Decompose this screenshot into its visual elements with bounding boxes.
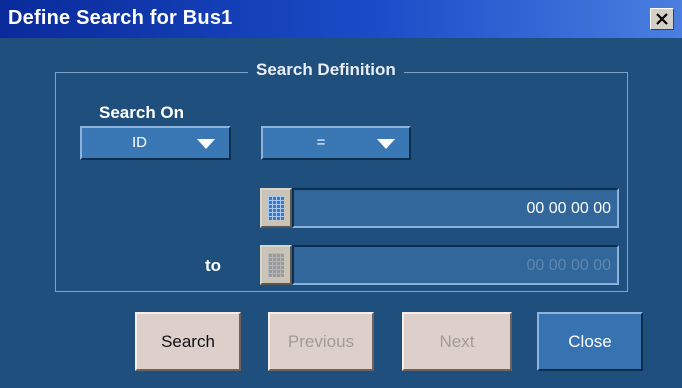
chevron-down-icon [197, 139, 215, 149]
search-button[interactable]: Search [135, 312, 241, 371]
operator-value: = [316, 134, 326, 151]
value-from-field[interactable]: 00 00 00 00 [292, 188, 619, 228]
close-button[interactable]: Close [537, 312, 643, 371]
to-label: to [205, 256, 222, 275]
keypad-button-from[interactable] [260, 188, 292, 228]
keypad-icon [268, 253, 284, 277]
keypad-icon [268, 196, 284, 220]
keypad-button-to [260, 245, 292, 285]
define-search-dialog: Define Search for Bus1 Search Definition… [0, 0, 682, 388]
title-bar: Define Search for Bus1 [0, 0, 682, 38]
operator-dropdown[interactable]: = [261, 126, 411, 160]
value-from-text: 00 00 00 00 [526, 200, 611, 217]
value-to-field: 00 00 00 00 [292, 245, 619, 285]
search-on-value: ID [132, 134, 147, 151]
value-to-text: 00 00 00 00 [526, 257, 611, 274]
close-icon[interactable] [650, 8, 674, 30]
search-on-dropdown[interactable]: ID [80, 126, 231, 160]
next-button: Next [402, 312, 512, 371]
close-x-icon [656, 13, 668, 25]
dialog-title: Define Search for Bus1 [8, 7, 233, 29]
previous-button: Previous [268, 312, 374, 371]
search-on-label: Search On [99, 103, 185, 122]
group-title: Search Definition [248, 60, 404, 80]
chevron-down-icon [377, 139, 395, 149]
